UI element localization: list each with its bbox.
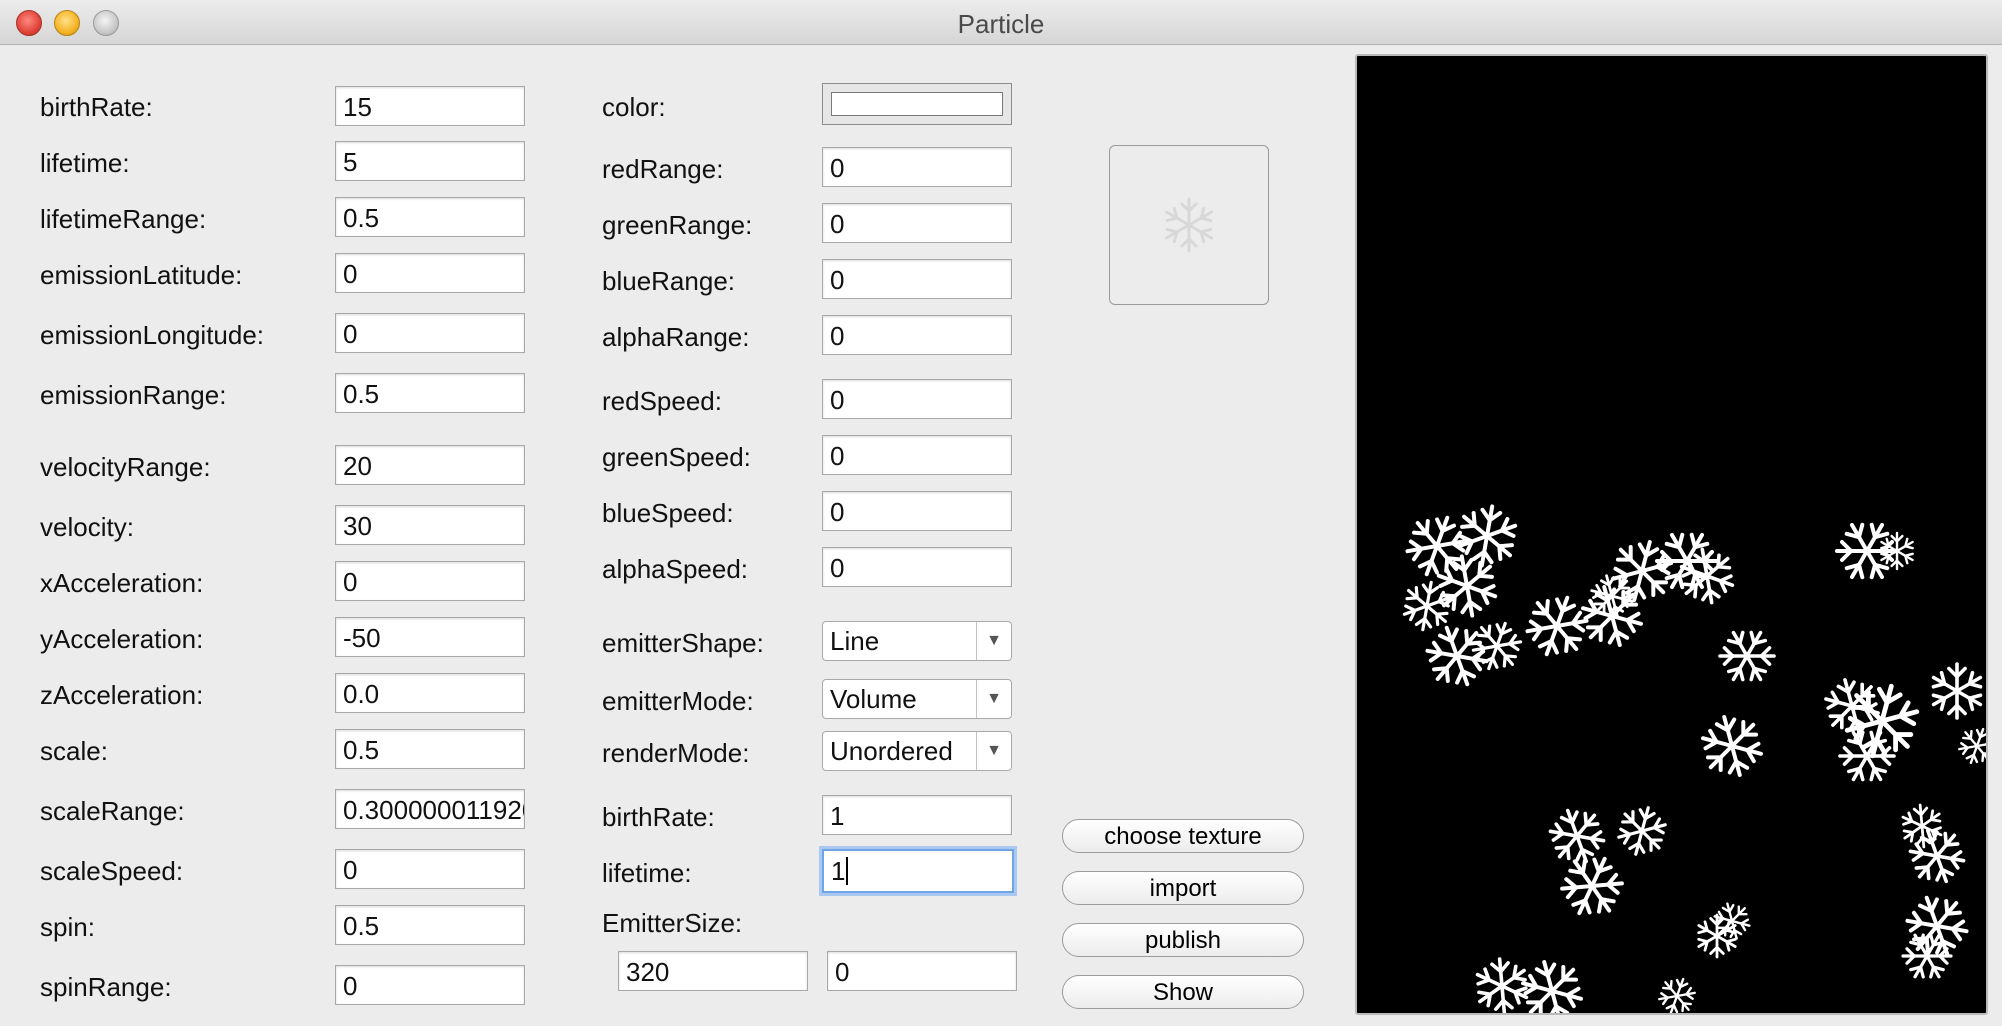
color-swatch — [831, 92, 1003, 116]
z-acceleration-label: zAcceleration: — [40, 680, 204, 710]
render-mode-select[interactable]: Unordered ▼ — [822, 731, 1012, 771]
alpha-range-label: alphaRange: — [602, 322, 750, 352]
lifetime-field[interactable]: 5 — [335, 141, 525, 181]
alpha-range-field[interactable]: 0 — [822, 315, 1012, 355]
emitter-size-width-field[interactable]: 320 — [618, 951, 808, 991]
publish-button[interactable]: publish — [1062, 923, 1304, 957]
emitter-mode-value: Volume — [830, 684, 917, 714]
emitter-size-label: EmitterSize: — [602, 908, 743, 938]
alpha-speed-field[interactable]: 0 — [822, 547, 1012, 587]
scale-range-field[interactable]: 0.300000011920929 — [335, 789, 525, 829]
scale-speed-field[interactable]: 0 — [335, 849, 525, 889]
blue-speed-label: blueSpeed: — [602, 498, 734, 528]
particle-field — [1357, 56, 1986, 1013]
green-speed-field[interactable]: 0 — [822, 435, 1012, 475]
x-acceleration-label: xAcceleration: — [40, 568, 204, 598]
emitter-mode-label: emitterMode: — [602, 686, 754, 716]
lifetime-range-label: lifetimeRange: — [40, 204, 207, 234]
green-speed-label: greenSpeed: — [602, 442, 751, 472]
red-range-label: redRange: — [602, 154, 724, 184]
birthrate-label: birthRate: — [40, 92, 153, 122]
red-range-field[interactable]: 0 — [822, 147, 1012, 187]
scale-label: scale: — [40, 736, 108, 766]
z-acceleration-field[interactable]: 0.0 — [335, 673, 525, 713]
chevron-down-icon[interactable]: ▼ — [976, 622, 1011, 660]
color-well[interactable] — [822, 83, 1012, 125]
emission-longitude-field[interactable]: 0 — [335, 313, 525, 353]
scale-range-label: scaleRange: — [40, 796, 185, 826]
emitter-birthrate-field[interactable]: 1 — [822, 795, 1012, 835]
emitter-birthrate-label: birthRate: — [602, 802, 715, 832]
emitter-mode-select[interactable]: Volume ▼ — [822, 679, 1012, 719]
render-mode-label: renderMode: — [602, 738, 750, 768]
red-speed-label: redSpeed: — [602, 386, 722, 416]
render-mode-value: Unordered — [830, 736, 953, 766]
alpha-speed-label: alphaSpeed: — [602, 554, 749, 584]
choose-texture-button[interactable]: choose texture — [1062, 819, 1304, 853]
emission-longitude-label: emissionLongitude: — [40, 320, 265, 350]
snowflake-particle — [1518, 587, 1596, 664]
spin-label: spin: — [40, 912, 95, 942]
spin-range-label: spinRange: — [40, 972, 172, 1002]
snowflake-particle — [1612, 802, 1672, 861]
show-button[interactable]: Show — [1062, 975, 1304, 1009]
velocity-range-field[interactable]: 20 — [335, 445, 525, 485]
import-button[interactable]: import — [1062, 871, 1304, 905]
scale-field[interactable]: 0.5 — [335, 729, 525, 769]
emitter-shape-value: Line — [830, 626, 880, 656]
emission-range-field[interactable]: 0.5 — [335, 373, 525, 413]
emitter-lifetime-field[interactable]: 1 — [822, 849, 1014, 893]
snowflake-particle — [1930, 664, 1985, 718]
snowflake-icon — [1161, 197, 1217, 253]
snowflake-particle — [1552, 846, 1633, 926]
blue-speed-field[interactable]: 0 — [822, 491, 1012, 531]
spin-range-field[interactable]: 0 — [335, 965, 525, 1005]
y-acceleration-field[interactable]: -50 — [335, 617, 525, 657]
emitter-lifetime-value: 1 — [831, 856, 846, 886]
snowflake-particle — [1569, 573, 1655, 659]
title-bar: Particle — [0, 0, 2002, 45]
green-range-label: greenRange: — [602, 210, 753, 240]
emission-latitude-field[interactable]: 0 — [335, 253, 525, 293]
particle-preview[interactable] — [1355, 54, 1988, 1015]
texture-preview[interactable] — [1109, 145, 1269, 305]
emission-latitude-label: emissionLatitude: — [40, 260, 243, 290]
chevron-down-icon[interactable]: ▼ — [976, 680, 1011, 718]
spin-field[interactable]: 0.5 — [335, 905, 525, 945]
emitter-lifetime-label: lifetime: — [602, 858, 692, 888]
snowflake-particle — [1954, 723, 1986, 769]
birthrate-field[interactable]: 15 — [335, 86, 525, 126]
velocity-range-label: velocityRange: — [40, 452, 211, 482]
red-speed-field[interactable]: 0 — [822, 379, 1012, 419]
snowflake-particle — [1894, 923, 1960, 989]
snowflake-particle — [1399, 578, 1455, 634]
text-caret — [846, 857, 849, 885]
green-range-field[interactable]: 0 — [822, 203, 1012, 243]
snowflake-particle — [1654, 973, 1701, 1013]
snowflake-particle — [1689, 703, 1775, 789]
snowflake-particle — [1710, 619, 1785, 693]
window-title: Particle — [957, 9, 1045, 39]
snowflake-particle — [1414, 613, 1499, 698]
lifetime-label: lifetime: — [40, 148, 130, 178]
y-acceleration-label: yAcceleration: — [40, 624, 204, 654]
emitter-shape-label: emitterShape: — [602, 628, 764, 658]
emitter-shape-select[interactable]: Line ▼ — [822, 621, 1012, 661]
blue-range-label: blueRange: — [602, 266, 735, 296]
color-label: color: — [602, 92, 666, 122]
velocity-field[interactable]: 30 — [335, 505, 525, 545]
velocity-label: velocity: — [40, 512, 134, 542]
chevron-down-icon[interactable]: ▼ — [976, 732, 1011, 770]
emission-range-label: emissionRange: — [40, 380, 227, 410]
blue-range-field[interactable]: 0 — [822, 259, 1012, 299]
lifetime-range-field[interactable]: 0.5 — [335, 197, 525, 237]
snowflake-particle — [1466, 615, 1528, 677]
emitter-size-height-field[interactable]: 0 — [827, 951, 1017, 991]
x-acceleration-field[interactable]: 0 — [335, 561, 525, 601]
scale-speed-label: scaleSpeed: — [40, 856, 184, 886]
